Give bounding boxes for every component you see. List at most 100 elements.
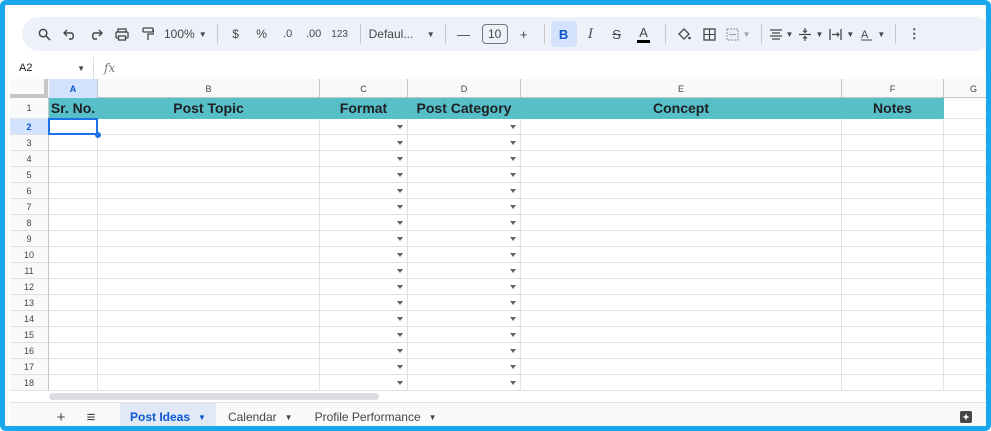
dropdown-chip-icon[interactable]: [397, 188, 403, 193]
dropdown-chip-icon[interactable]: [397, 236, 403, 241]
cell[interactable]: [842, 183, 944, 199]
cell[interactable]: [944, 199, 986, 215]
cell[interactable]: [320, 279, 408, 295]
cell[interactable]: [408, 311, 521, 327]
cell[interactable]: [49, 151, 98, 167]
cell[interactable]: [49, 263, 98, 279]
cell[interactable]: [49, 311, 98, 327]
dropdown-chip-icon[interactable]: [510, 316, 516, 321]
cell[interactable]: [842, 359, 944, 375]
dropdown-chip-icon[interactable]: [510, 364, 516, 369]
cell[interactable]: [944, 231, 986, 247]
cell[interactable]: [49, 247, 98, 263]
column-header-f[interactable]: F: [842, 79, 944, 98]
dropdown-chip-icon[interactable]: [510, 332, 516, 337]
cell[interactable]: [320, 263, 408, 279]
cell[interactable]: [320, 295, 408, 311]
borders-icon[interactable]: [698, 21, 722, 47]
increase-font-size-button[interactable]: +: [512, 21, 536, 47]
cell[interactable]: [944, 183, 986, 199]
cell[interactable]: [49, 183, 98, 199]
header-cell[interactable]: Post Topic: [98, 98, 320, 119]
currency-format-button[interactable]: $: [224, 21, 248, 47]
cell[interactable]: [49, 375, 98, 391]
row-header[interactable]: 4: [10, 151, 49, 167]
cell[interactable]: [521, 359, 842, 375]
cell[interactable]: [944, 263, 986, 279]
cell[interactable]: [842, 311, 944, 327]
cell[interactable]: [98, 295, 320, 311]
explore-icon[interactable]: [959, 410, 973, 424]
row-header[interactable]: 3: [10, 135, 49, 151]
decrease-font-size-button[interactable]: —: [452, 21, 476, 47]
cell[interactable]: [49, 119, 98, 135]
cell[interactable]: [842, 199, 944, 215]
cell[interactable]: [49, 327, 98, 343]
print-icon[interactable]: [110, 21, 134, 47]
row-header[interactable]: 5: [10, 167, 49, 183]
dropdown-chip-icon[interactable]: [397, 332, 403, 337]
cell[interactable]: [842, 135, 944, 151]
row-header[interactable]: 15: [10, 327, 49, 343]
cell[interactable]: [842, 231, 944, 247]
cell[interactable]: [521, 327, 842, 343]
redo-icon[interactable]: [84, 21, 108, 47]
header-cell[interactable]: [944, 98, 986, 119]
column-header-b[interactable]: B: [98, 79, 320, 98]
cell[interactable]: [408, 199, 521, 215]
row-header[interactable]: 7: [10, 199, 49, 215]
cell[interactable]: [521, 295, 842, 311]
cell[interactable]: [98, 279, 320, 295]
cell[interactable]: [98, 231, 320, 247]
cell[interactable]: [320, 359, 408, 375]
cell[interactable]: [842, 119, 944, 135]
cell[interactable]: [98, 343, 320, 359]
cell[interactable]: [49, 343, 98, 359]
cell[interactable]: [408, 279, 521, 295]
name-box[interactable]: A2 ▼: [10, 57, 94, 79]
cell[interactable]: [98, 119, 320, 135]
cell[interactable]: [521, 183, 842, 199]
header-cell[interactable]: Sr. No.: [49, 98, 98, 119]
chevron-down-icon[interactable]: ▼: [429, 413, 437, 422]
cell[interactable]: [842, 327, 944, 343]
header-cell[interactable]: Post Category: [408, 98, 521, 119]
cell[interactable]: [49, 215, 98, 231]
add-sheet-button[interactable]: +: [46, 403, 76, 427]
cell[interactable]: [408, 119, 521, 135]
cell[interactable]: [98, 327, 320, 343]
cell[interactable]: [944, 359, 986, 375]
column-header-c[interactable]: C: [320, 79, 408, 98]
column-header-g[interactable]: G: [944, 79, 986, 98]
cell[interactable]: [49, 279, 98, 295]
cell[interactable]: [842, 375, 944, 391]
formula-input[interactable]: [115, 57, 986, 79]
dropdown-chip-icon[interactable]: [397, 364, 403, 369]
strikethrough-button[interactable]: S: [605, 21, 629, 47]
dropdown-chip-icon[interactable]: [510, 124, 516, 129]
cell[interactable]: [944, 375, 986, 391]
dropdown-chip-icon[interactable]: [510, 156, 516, 161]
row-header[interactable]: 9: [10, 231, 49, 247]
cell[interactable]: [408, 343, 521, 359]
row-header[interactable]: 14: [10, 311, 49, 327]
dropdown-chip-icon[interactable]: [397, 172, 403, 177]
cell[interactable]: [98, 167, 320, 183]
dropdown-chip-icon[interactable]: [397, 220, 403, 225]
header-cell[interactable]: Format: [320, 98, 408, 119]
row-header[interactable]: 12: [10, 279, 49, 295]
cell[interactable]: [521, 343, 842, 359]
cell[interactable]: [320, 215, 408, 231]
cell[interactable]: [320, 119, 408, 135]
cell[interactable]: [944, 215, 986, 231]
cell[interactable]: [320, 231, 408, 247]
row-header[interactable]: 17: [10, 359, 49, 375]
zoom-select[interactable]: 100% ▼: [162, 21, 209, 47]
dropdown-chip-icon[interactable]: [510, 188, 516, 193]
dropdown-chip-icon[interactable]: [397, 300, 403, 305]
dropdown-chip-icon[interactable]: [510, 268, 516, 273]
cell[interactable]: [521, 247, 842, 263]
cell[interactable]: [521, 135, 842, 151]
sheet-grid[interactable]: ABCDEFG 1 Sr. No. Post Topic Format Post Cat…: [10, 79, 986, 393]
dropdown-chip-icon[interactable]: [510, 348, 516, 353]
